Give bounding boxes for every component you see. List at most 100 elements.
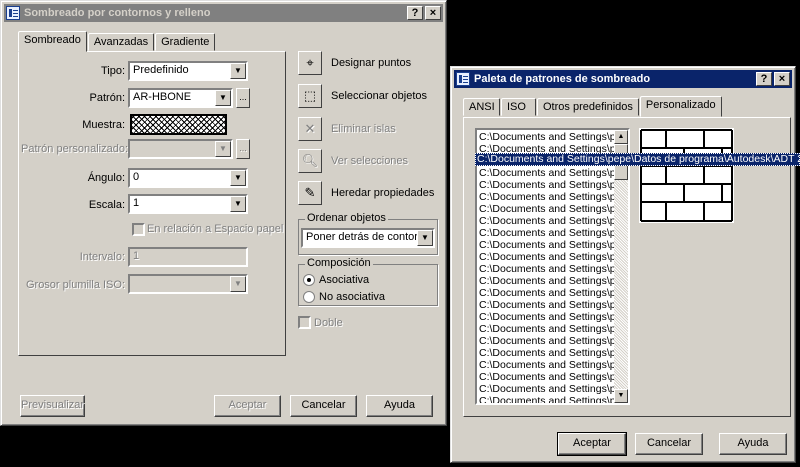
tab-personalizado[interactable]: Personalizado <box>639 96 722 117</box>
list-item[interactable]: C:\Documents and Settings\pepe <box>477 335 628 347</box>
no-asociativa-radio[interactable] <box>303 291 315 303</box>
scroll-up-icon[interactable]: ▲ <box>614 130 628 144</box>
chevron-down-icon[interactable]: ▼ <box>230 170 246 186</box>
hatch-dialog: Sombreado por contornos y relleno ? × So… <box>0 0 447 426</box>
list-item[interactable]: C:\Documents and Settings\pepe <box>477 311 628 323</box>
list-item[interactable]: C:\Documents and Settings\pepe <box>477 179 628 191</box>
ver-selecciones-button[interactable]: Ver selecciones <box>331 155 408 167</box>
seleccionar-objetos-icon[interactable]: ⬚ <box>298 84 322 108</box>
relacion-espacio-papel-checkbox[interactable] <box>132 223 145 236</box>
ordenar-objetos-select[interactable]: Poner detrás de contorno ▼ <box>301 228 435 248</box>
close-button[interactable]: × <box>774 72 790 86</box>
tipo-label: Tipo: <box>100 65 125 77</box>
chevron-down-icon[interactable]: ▼ <box>215 141 231 157</box>
pattern-swatch[interactable] <box>130 114 227 135</box>
intervalo-label: Intervalo: <box>79 251 125 263</box>
pattern-list-scrollbar[interactable]: ▲ ▼ <box>614 130 628 403</box>
tipo-select[interactable]: Predefinido ▼ <box>128 61 248 81</box>
chevron-down-icon[interactable]: ▼ <box>417 230 433 246</box>
no-asociativa-label: No asociativa <box>319 291 386 303</box>
list-item[interactable]: C:\Documents and Settings\pepe <box>477 287 628 299</box>
pattern-file-list-items: C:\Documents and Settings\pepe C:\Documen… <box>477 130 628 403</box>
patron-personalizado-browse-button[interactable]: ... <box>236 139 250 159</box>
close-button[interactable]: × <box>425 6 441 20</box>
chevron-down-icon[interactable]: ▼ <box>230 63 246 79</box>
seleccionar-objetos-button[interactable]: Seleccionar objetos <box>331 90 427 102</box>
list-item[interactable]: C:\Documents and Settings\pepe <box>477 203 628 215</box>
list-item[interactable]: C:\Documents and Settings\pepe <box>477 191 628 203</box>
tab-ansi[interactable]: ANSI <box>463 98 500 116</box>
list-item[interactable]: C:\Documents and Settings\pepe <box>477 347 628 359</box>
help-button[interactable]: ? <box>756 72 772 86</box>
aceptar-button[interactable]: Aceptar <box>214 395 281 417</box>
patron-select[interactable]: AR-HBONE ▼ <box>128 88 233 108</box>
grosor-plumilla-select[interactable]: ▼ <box>128 274 248 294</box>
muestra-label: Muestra: <box>82 119 125 131</box>
pattern-palette-dialog: Paleta de patrones de sombreado ? × ANSI… <box>450 66 796 463</box>
chevron-down-icon[interactable]: ▼ <box>230 276 246 292</box>
list-item[interactable]: C:\Documents and Settings\pepe <box>477 227 628 239</box>
eliminar-islas-icon[interactable]: ✕ <box>298 117 322 141</box>
ayuda-button[interactable]: Ayuda <box>719 433 787 455</box>
list-item[interactable]: C:\Documents and Settings\pepe <box>477 299 628 311</box>
ver-selecciones-icon[interactable]: 🔍︎ <box>298 149 322 173</box>
intervalo-field[interactable]: 1 <box>128 247 248 267</box>
asociativa-radio[interactable] <box>303 274 315 286</box>
list-item[interactable]: C:\Documents and Settings\pepe <box>477 215 628 227</box>
selected-pattern-file[interactable]: C:\Documents and Settings\pepe\Datos de … <box>475 153 800 166</box>
patron-personalizado-select[interactable]: ▼ <box>128 139 233 159</box>
list-item[interactable]: C:\Documents and Settings\pepe <box>477 359 628 371</box>
designar-puntos-icon[interactable]: ⌖ <box>298 51 322 75</box>
doble-checkbox[interactable] <box>298 316 311 329</box>
heredar-propiedades-button[interactable]: Heredar propiedades <box>331 187 434 199</box>
grosor-plumilla-label: Grosor plumilla ISO: <box>25 279 125 291</box>
tab-gradiente[interactable]: Gradiente <box>155 33 216 51</box>
pattern-preview <box>639 128 734 223</box>
autocad-app-icon <box>456 72 470 86</box>
angulo-select[interactable]: 0 ▼ <box>128 168 248 188</box>
autocad-app-icon <box>6 6 20 20</box>
help-button[interactable]: ? <box>407 6 423 20</box>
heredar-propiedades-icon[interactable]: ✎ <box>298 181 322 205</box>
patron-browse-button[interactable]: ... <box>236 88 250 108</box>
pattern-palette-titlebar[interactable]: Paleta de patrones de sombreado ? × <box>454 70 792 88</box>
list-item[interactable]: C:\Documents and Settings\pepe <box>477 263 628 275</box>
composicion-title: Composición <box>305 257 373 269</box>
scroll-down-icon[interactable]: ▼ <box>614 389 628 403</box>
hatch-dialog-title: Sombreado por contornos y relleno <box>24 7 211 19</box>
aceptar-button[interactable]: Aceptar <box>557 432 627 456</box>
pattern-palette-title: Paleta de patrones de sombreado <box>474 73 651 85</box>
relacion-espacio-papel-label: En relación a Espacio papel <box>147 223 284 235</box>
tab-iso[interactable]: ISO <box>501 98 536 116</box>
tab-avanzadas[interactable]: Avanzadas <box>87 33 155 51</box>
cancelar-button[interactable]: Cancelar <box>635 433 703 455</box>
pattern-file-list[interactable]: C:\Documents and Settings\pepe C:\Documen… <box>475 128 630 405</box>
list-item[interactable]: C:\Documents and Settings\pepe <box>477 371 628 383</box>
list-item[interactable]: C:\Documents and Settings\pepe <box>477 383 628 395</box>
hatch-dialog-titlebar[interactable]: Sombreado por contornos y relleno ? × <box>4 4 443 22</box>
angulo-label: Ángulo: <box>87 172 125 184</box>
list-item[interactable]: C:\Documents and Settings\pepe <box>477 167 628 179</box>
list-item[interactable]: C:\Documents and Settings\pepe <box>477 251 628 263</box>
escala-label: Escala: <box>88 199 125 211</box>
chevron-down-icon[interactable]: ▼ <box>230 196 246 212</box>
ordenar-objetos-title: Ordenar objetos <box>305 212 388 224</box>
cancelar-button[interactable]: Cancelar <box>290 395 357 417</box>
asociativa-label: Asociativa <box>319 274 370 286</box>
patron-label: Patrón: <box>89 92 125 104</box>
designar-puntos-button[interactable]: Designar puntos <box>331 57 411 69</box>
list-item[interactable]: C:\Documents and Settings\pepe <box>477 275 628 287</box>
list-item[interactable]: C:\Documents and Settings\pepe <box>477 131 628 143</box>
chevron-down-icon[interactable]: ▼ <box>215 90 231 106</box>
ayuda-button[interactable]: Ayuda <box>366 395 433 417</box>
list-item[interactable]: C:\Documents and Settings\pepe <box>477 323 628 335</box>
doble-label: Doble <box>314 317 343 329</box>
escala-select[interactable]: 1 ▼ <box>128 194 248 214</box>
list-item[interactable]: C:\Documents and Settings\pepe <box>477 239 628 251</box>
brick-pattern-preview <box>640 129 733 222</box>
eliminar-islas-button[interactable]: Eliminar islas <box>331 123 396 135</box>
list-item[interactable]: C:\Documents and Settings\pepe <box>477 395 628 403</box>
tab-otros-predefinidos[interactable]: Otros predefinidos <box>537 98 639 116</box>
previsualizar-button[interactable]: Previsualizar <box>20 395 85 417</box>
tab-sombreado[interactable]: Sombreado <box>18 31 87 52</box>
